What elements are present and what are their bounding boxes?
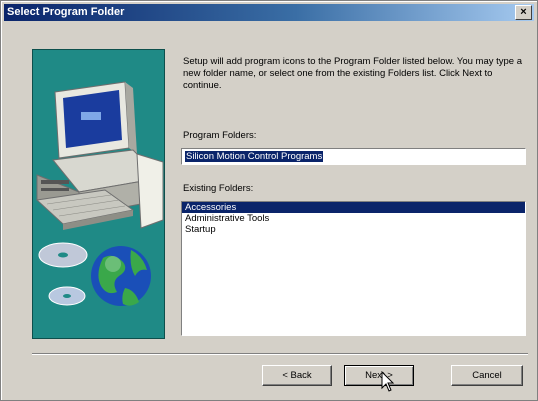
mouse-pointer-icon (381, 371, 395, 392)
button-divider (32, 353, 528, 355)
folder-list-item[interactable]: Accessories (182, 202, 525, 213)
folder-list-item[interactable]: Startup (182, 224, 525, 235)
setup-illustration (32, 49, 165, 339)
computer-globe-illustration (35, 81, 164, 306)
window-title: Select Program Folder (7, 6, 125, 18)
back-button[interactable]: < Back (262, 365, 332, 386)
program-folder-value: Silicon Motion Control Programs (185, 151, 324, 162)
setup-dialog: Select Program Folder × Setup will add p… (0, 0, 538, 401)
instructions-text: Setup will add program icons to the Prog… (183, 56, 523, 91)
program-folders-label: Program Folders: (183, 130, 257, 141)
next-button[interactable]: Next > (344, 365, 414, 386)
program-folder-input[interactable]: Silicon Motion Control Programs (181, 148, 526, 165)
cancel-button[interactable]: Cancel (451, 365, 523, 386)
title-bar[interactable]: Select Program Folder × (4, 4, 534, 21)
close-button[interactable]: × (515, 5, 532, 20)
existing-folders-list[interactable]: Accessories Administrative Tools Startup (181, 201, 526, 336)
existing-folders-label: Existing Folders: (183, 183, 254, 194)
folder-list-item[interactable]: Administrative Tools (182, 213, 525, 224)
